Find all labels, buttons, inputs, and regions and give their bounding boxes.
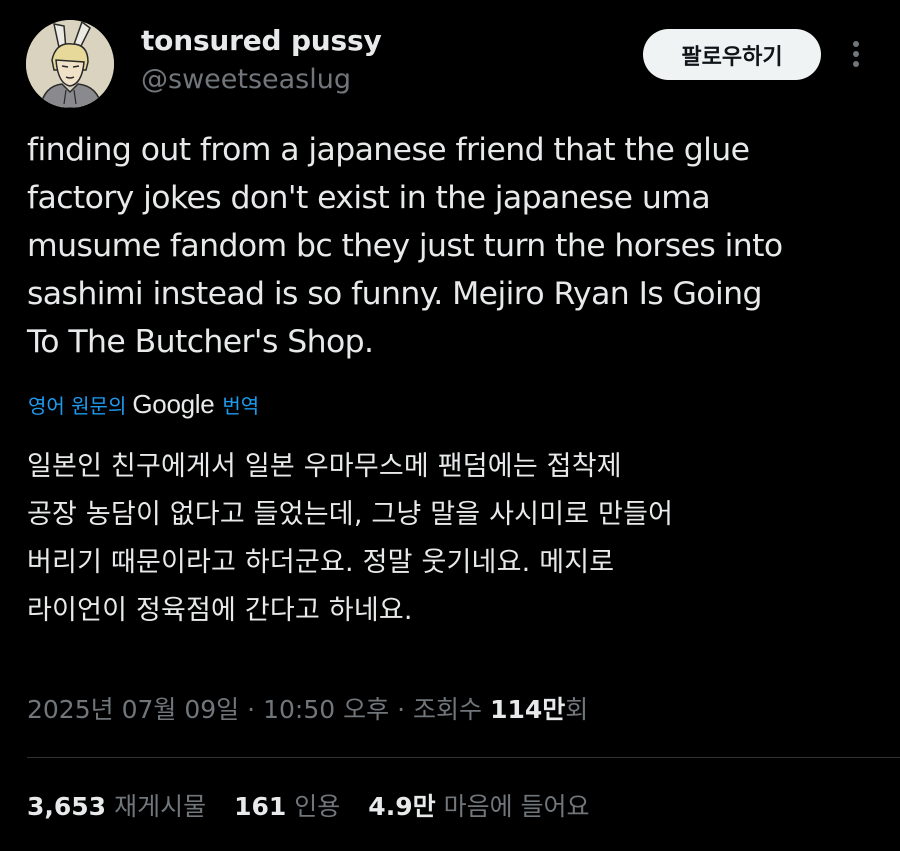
tweet-text-line: factory jokes don't exist in the japanes… [27,180,711,216]
google-logo: Google [132,388,215,419]
vertical-ellipsis-icon [853,41,859,67]
translation-attribution[interactable]: 영어 원문의 Google 번역 [28,386,259,422]
views-unit: 회 [565,695,589,724]
tweet-text-line: sashimi instead is so funny. Mejiro Ryan… [27,276,763,312]
quotes-count: 161 [234,792,287,821]
reposts-label: 재게시물 [114,792,207,821]
likes-label: 마음에 들어요 [443,792,590,821]
translated-text-line: 공장 농담이 없다고 들었는데, 그냥 말을 사시미로 만들어 [27,499,674,530]
tweet-meta: 2025년 07월 09일 · 10:50 오후 · 조회수 114만 회 [27,690,588,726]
meta-separator: · [397,695,406,724]
translated-text-line: 일본인 친구에게서 일본 우마무스메 팬덤에는 접착제 [27,451,622,482]
tweet-text-line: To The Butcher's Shop. [27,324,374,360]
author-handle[interactable]: @sweetseaslug [141,64,351,95]
follow-button[interactable]: 팔로우하기 [643,29,821,80]
likes-count: 4.9만 [368,792,436,821]
translated-text: 일본인 친구에게서 일본 우마무스메 팬덤에는 접착제 공장 농담이 없다고 들… [27,443,887,635]
tweet-time[interactable]: 10:50 오후 [263,690,389,726]
quotes-label: 인용 [294,792,341,821]
translated-text-line: 라이언이 정육점에 간다고 하네요. [27,595,413,626]
views-label: 조회수 [413,695,483,724]
tweet-text-line: finding out from a japanese friend that … [27,132,750,168]
views-count[interactable]: 114만 [490,690,565,726]
tweet-detail: tonsured pussy @sweetseaslug 팔로우하기 findi… [0,0,900,851]
reposts-count: 3,653 [27,792,107,821]
tweet-text: finding out from a japanese friend that … [27,126,887,366]
tweet-date[interactable]: 2025년 07월 09일 [27,690,239,726]
avatar[interactable] [26,20,114,108]
engagement-stats: 3,653 재게시물 161 인용 4.9만 마음에 들어요 [27,787,618,823]
likes-stat[interactable]: 4.9만 마음에 들어요 [368,787,589,823]
divider [27,757,900,758]
translation-suffix: 번역 [222,393,260,418]
quotes-stat[interactable]: 161 인용 [234,787,340,823]
more-options-button[interactable] [842,36,870,72]
author-display-name[interactable]: tonsured pussy [141,24,382,57]
tweet-text-line: musume fandom bc they just turn the hors… [27,228,783,264]
meta-separator: · [247,695,256,724]
reposts-stat[interactable]: 3,653 재게시물 [27,787,206,823]
translation-prefix: 영어 원문의 [28,393,127,418]
translated-text-line: 버리기 때문이라고 하더군요. 정말 웃기네요. 메지로 [27,547,615,578]
